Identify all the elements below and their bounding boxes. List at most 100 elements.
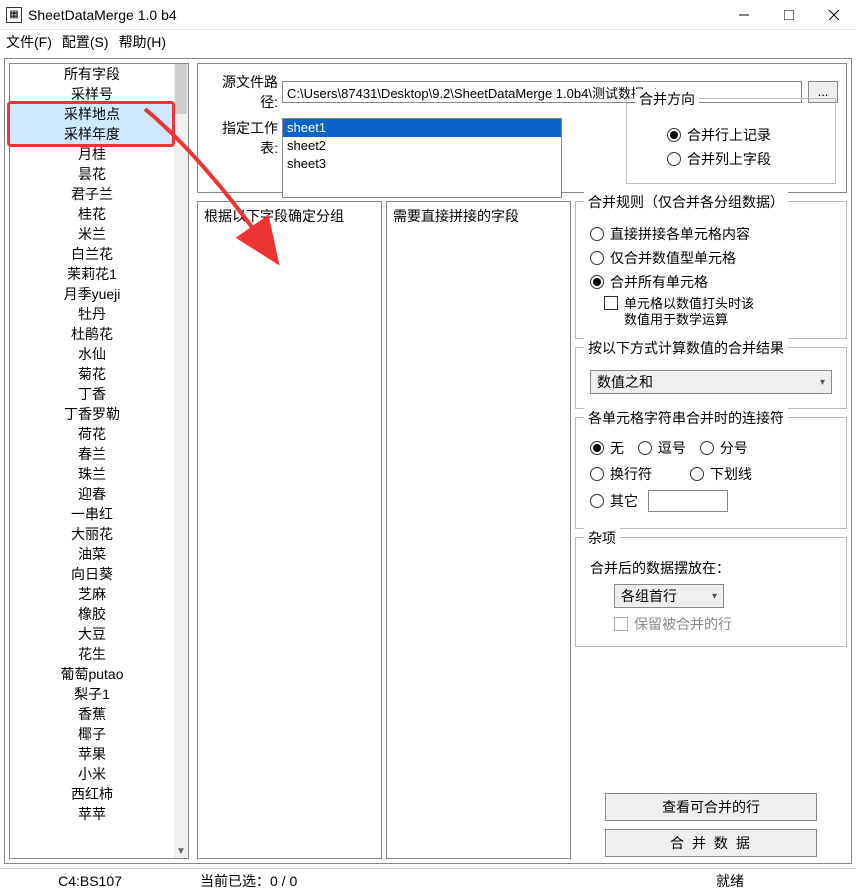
sheet-label: 指定工作表: [206, 118, 282, 158]
field-item[interactable]: 一串红 [10, 504, 174, 524]
misc-group: 杂项 合并后的数据摆放在： 各组首行 ▾ 保留被合并的行 [575, 537, 847, 647]
field-item[interactable]: 小米 [10, 764, 174, 784]
radio-icon [667, 128, 681, 142]
menu-help[interactable]: 帮助(H) [119, 32, 166, 52]
menu-config[interactable]: 配置(S) [62, 32, 109, 52]
field-item[interactable]: 所有字段 [10, 64, 174, 84]
radio-icon [638, 441, 652, 455]
maximize-button[interactable] [766, 0, 811, 30]
field-item[interactable]: 西红柿 [10, 784, 174, 804]
field-item[interactable]: 橡胶 [10, 604, 174, 624]
field-item[interactable]: 春兰 [10, 444, 174, 464]
radio-icon [590, 441, 604, 455]
position-label: 合并后的数据摆放在： [590, 558, 832, 578]
chevron-down-icon: ▾ [820, 377, 825, 388]
concat-fields-box[interactable]: 需要直接拼接的字段 [386, 201, 571, 859]
scroll-down-icon[interactable]: ▼ [174, 844, 188, 858]
group-by-fields-box[interactable]: 根据以下字段确定分组 [197, 201, 382, 859]
minimize-button[interactable] [721, 0, 766, 30]
menu-file[interactable]: 文件(F) [6, 32, 52, 52]
radio-sep-newline[interactable]: 换行符 [590, 464, 652, 484]
field-item[interactable]: 大豆 [10, 624, 174, 644]
field-item[interactable]: 杜鹃花 [10, 324, 174, 344]
field-item[interactable]: 水仙 [10, 344, 174, 364]
checkbox-icon [604, 296, 618, 310]
radio-icon [690, 467, 704, 481]
status-bar: C4:BS107 当前已选：0 / 0 就绪 [0, 868, 856, 892]
separator-title: 各单元格字符串合并时的连接符 [584, 408, 788, 428]
merge-data-button[interactable]: 合 并 数 据 [605, 829, 817, 857]
calc-method-select[interactable]: 数值之和 ▾ [590, 370, 832, 394]
field-item[interactable]: 香蕉 [10, 704, 174, 724]
checkbox-keep-rows[interactable]: 保留被合并的行 [614, 614, 832, 634]
checkbox-numeric-prefix[interactable]: 单元格以数值打头时该数值用于数学运算 [604, 296, 838, 328]
sheet-item[interactable]: sheet3 [283, 155, 561, 173]
field-item[interactable]: 苹果 [10, 744, 174, 764]
merge-direction-group: 合并方向 合并行上记录 合并列上字段 [626, 98, 836, 184]
main-panel: 所有字段采样号采样地点采样年度月桂昙花君子兰桂花米兰白兰花茉莉花1月季yueji… [4, 58, 852, 864]
field-item[interactable]: 珠兰 [10, 464, 174, 484]
group-by-label: 根据以下字段确定分组 [204, 208, 344, 224]
position-select[interactable]: 各组首行 ▾ [614, 584, 724, 608]
field-item[interactable]: 花生 [10, 644, 174, 664]
sheet-list[interactable]: sheet1sheet2sheet3 [282, 118, 562, 198]
radio-merge-rows[interactable]: 合并行上记录 [667, 125, 825, 145]
misc-title: 杂项 [584, 528, 620, 548]
field-item[interactable]: 椰子 [10, 724, 174, 744]
scrollbar-vertical[interactable]: ▲ ▼ [174, 64, 188, 858]
field-item[interactable]: 昙花 [10, 164, 174, 184]
field-item[interactable]: 米兰 [10, 224, 174, 244]
field-item[interactable]: 君子兰 [10, 184, 174, 204]
app-icon: ▦ [6, 7, 22, 23]
field-item[interactable]: 丁香罗勒 [10, 404, 174, 424]
close-button[interactable] [811, 0, 856, 30]
radio-sep-comma[interactable]: 逗号 [638, 438, 686, 458]
source-panel: 源文件路径: ... 指定工作表: sheet1sheet2sheet3 合并方… [197, 63, 847, 193]
window-title: SheetDataMerge 1.0 b4 [28, 7, 721, 23]
field-item[interactable]: 大丽花 [10, 524, 174, 544]
sheet-item[interactable]: sheet2 [283, 137, 561, 155]
field-item[interactable]: 芝麻 [10, 584, 174, 604]
field-item[interactable]: 油菜 [10, 544, 174, 564]
radio-rule-concat[interactable]: 直接拼接各单元格内容 [590, 224, 838, 244]
radio-icon [590, 494, 604, 508]
field-item[interactable]: 白兰花 [10, 244, 174, 264]
radio-rule-all[interactable]: 合并所有单元格 [590, 272, 838, 292]
field-item[interactable]: 苹苹 [10, 804, 174, 824]
concat-label: 需要直接拼接的字段 [393, 208, 519, 224]
view-mergeable-button[interactable]: 查看可合并的行 [605, 793, 817, 821]
merge-direction-title: 合并方向 [635, 89, 699, 109]
field-item[interactable]: 菊花 [10, 364, 174, 384]
radio-sep-semi[interactable]: 分号 [700, 438, 748, 458]
field-item[interactable]: 荷花 [10, 424, 174, 444]
radio-rule-numeric-only[interactable]: 仅合并数值型单元格 [590, 248, 838, 268]
sheet-item[interactable]: sheet1 [283, 119, 561, 137]
sep-other-input[interactable] [648, 490, 728, 512]
field-item[interactable]: 牡丹 [10, 304, 174, 324]
field-list[interactable]: 所有字段采样号采样地点采样年度月桂昙花君子兰桂花米兰白兰花茉莉花1月季yueji… [9, 63, 189, 859]
radio-sep-other[interactable]: 其它 [590, 491, 638, 511]
field-item[interactable]: 丁香 [10, 384, 174, 404]
field-item[interactable]: 月桂 [10, 144, 174, 164]
field-item[interactable]: 向日葵 [10, 564, 174, 584]
scroll-thumb[interactable] [175, 64, 187, 114]
field-item[interactable]: 采样年度 [10, 124, 174, 144]
status-range: C4:BS107 [0, 873, 180, 889]
radio-merge-cols[interactable]: 合并列上字段 [667, 149, 825, 169]
field-item[interactable]: 葡萄putao [10, 664, 174, 684]
radio-sep-none[interactable]: 无 [590, 438, 624, 458]
calc-title: 按以下方式计算数值的合并结果 [584, 338, 788, 358]
radio-sep-underscore[interactable]: 下划线 [690, 464, 752, 484]
field-item[interactable]: 桂花 [10, 204, 174, 224]
field-item[interactable]: 梨子1 [10, 684, 174, 704]
checkbox-icon [614, 617, 628, 631]
merge-rules-group: 合并规则（仅合并各分组数据） 直接拼接各单元格内容 仅合并数值型单元格 合并所有… [575, 201, 847, 339]
field-item[interactable]: 月季yueji [10, 284, 174, 304]
field-item[interactable]: 采样号 [10, 84, 174, 104]
field-item[interactable]: 茉莉花1 [10, 264, 174, 284]
radio-icon [590, 275, 604, 289]
menu-bar: 文件(F) 配置(S) 帮助(H) [0, 30, 856, 54]
radio-icon [590, 467, 604, 481]
field-item[interactable]: 采样地点 [10, 104, 174, 124]
field-item[interactable]: 迎春 [10, 484, 174, 504]
